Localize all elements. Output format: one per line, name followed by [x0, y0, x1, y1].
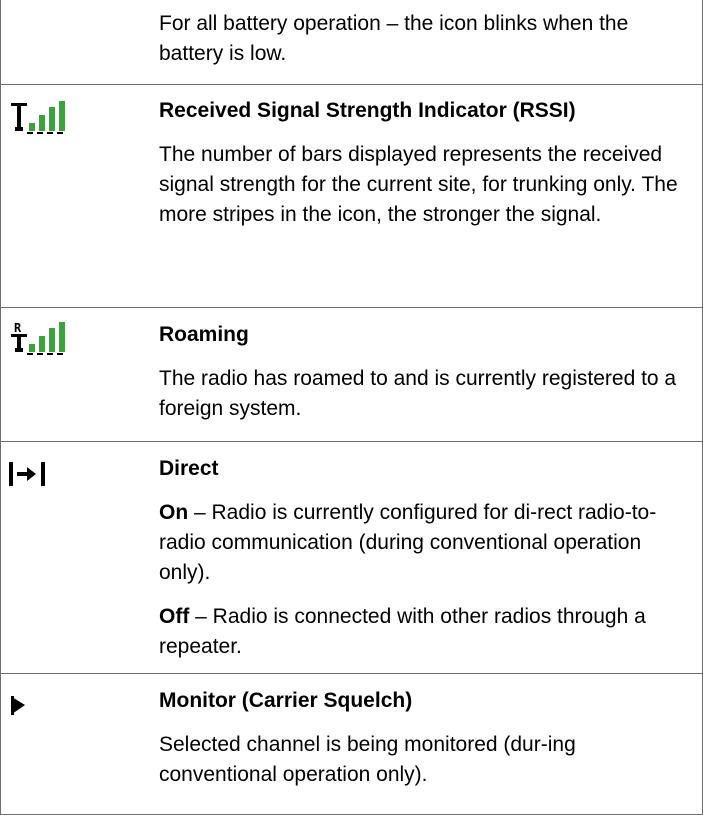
- table-row-roaming: R Roaming The radio has roamed to and is…: [1, 308, 702, 442]
- table-row-rssi: Received Signal Strength Indicator (RSSI…: [1, 85, 702, 308]
- direct-on-text: – Radio is currently configured for di-r…: [159, 501, 657, 584]
- monitor-title: Monitor (Carrier Squelch): [159, 689, 413, 712]
- monitor-icon: [11, 696, 25, 715]
- monitor-text-cell: Monitor (Carrier Squelch) Selected chann…: [159, 686, 679, 790]
- direct-text-cell: Direct On – Radio is currently configure…: [159, 454, 679, 662]
- direct-off-label: Off: [159, 605, 190, 628]
- rssi-text-cell: Received Signal Strength Indicator (RSSI…: [159, 96, 679, 230]
- signal-strength-icon: [11, 101, 65, 134]
- icon-description-table: For all battery operation – the icon bli…: [0, 0, 703, 815]
- monitor-description: Selected channel is being monitored (dur…: [159, 733, 576, 786]
- battery-description-cell: For all battery operation – the icon bli…: [159, 9, 679, 69]
- monitor-icon-cell: [11, 694, 159, 716]
- table-row-direct: Direct On – Radio is currently configure…: [1, 442, 702, 674]
- battery-description: For all battery operation – the icon bli…: [159, 12, 629, 65]
- direct-icon-cell: [9, 462, 157, 486]
- roaming-icon: R: [11, 322, 65, 355]
- roaming-icon-cell: R: [9, 322, 157, 356]
- rssi-description: The number of bars displayed represents …: [159, 143, 678, 226]
- rssi-icon-cell: [9, 101, 157, 135]
- roaming-text-cell: Roaming The radio has roamed to and is c…: [159, 320, 679, 424]
- direct-on-description: On – Radio is currently configured for d…: [159, 498, 679, 588]
- direct-title: Direct: [159, 457, 219, 480]
- rssi-title: Received Signal Strength Indicator (RSSI…: [159, 99, 576, 122]
- direct-on-label: On: [159, 501, 189, 524]
- direct-off-text: – Radio is connected with other radios t…: [159, 605, 646, 658]
- table-row-battery: For all battery operation – the icon bli…: [1, 0, 702, 85]
- table-row-monitor: Monitor (Carrier Squelch) Selected chann…: [1, 674, 702, 815]
- direct-icon: [9, 462, 45, 486]
- svg-text:R: R: [14, 322, 22, 335]
- direct-off-description: Off – Radio is connected with other radi…: [159, 602, 679, 662]
- roaming-title: Roaming: [159, 323, 249, 346]
- roaming-description: The radio has roamed to and is currently…: [159, 367, 677, 420]
